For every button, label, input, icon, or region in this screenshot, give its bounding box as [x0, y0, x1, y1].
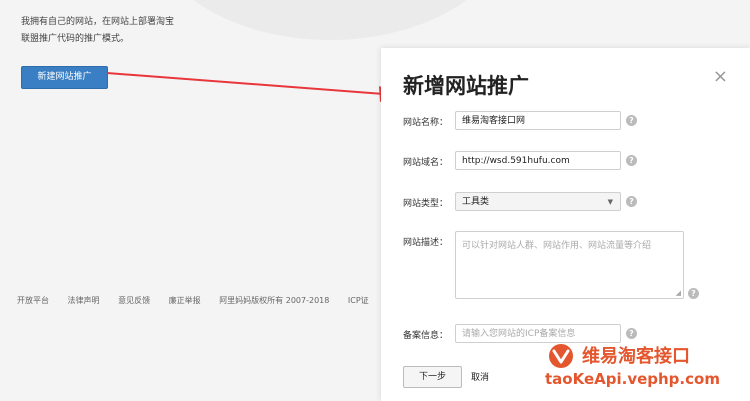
- site-type-value: 工具类: [462, 197, 490, 207]
- site-description-placeholder: 可以针对网站人群、网站作用、网站流量等介绍: [462, 241, 652, 251]
- icp-label: 备案信息：: [403, 331, 449, 341]
- help-icon[interactable]: ?: [626, 328, 637, 339]
- site-name-label: 网站名称：: [403, 118, 449, 128]
- watermark-logo-icon: [549, 344, 573, 368]
- watermark: 维易淘客接口 taoKeApi.vephp.com: [542, 342, 747, 397]
- help-icon[interactable]: ?: [626, 115, 637, 126]
- close-icon[interactable]: ×: [713, 68, 728, 86]
- watermark-name: 维易淘客接口: [582, 346, 690, 367]
- resize-grip-icon[interactable]: ◢: [676, 289, 681, 297]
- icp-input[interactable]: 请输入您网站的ICP备案信息: [455, 324, 621, 343]
- help-icon[interactable]: ?: [626, 196, 637, 207]
- watermark-url: taoKeApi.vephp.com: [545, 370, 720, 388]
- chevron-down-icon: ▼: [607, 198, 613, 206]
- site-type-label: 网站类型：: [403, 199, 449, 209]
- cancel-link[interactable]: 取消: [471, 370, 489, 383]
- help-icon[interactable]: ?: [688, 288, 699, 299]
- site-description-label: 网站描述：: [403, 238, 449, 248]
- next-step-button[interactable]: 下一步: [403, 366, 462, 388]
- site-type-select[interactable]: 工具类 ▼: [455, 192, 621, 211]
- help-icon[interactable]: ?: [626, 155, 637, 166]
- site-domain-input[interactable]: http://wsd.591hufu.com: [455, 151, 621, 170]
- dialog-title: 新增网站推广: [403, 74, 529, 98]
- site-description-textarea[interactable]: 可以针对网站人群、网站作用、网站流量等介绍 ◢: [455, 231, 684, 299]
- site-name-input[interactable]: 维易淘客接口网: [455, 111, 621, 130]
- site-domain-label: 网站域名：: [403, 158, 449, 168]
